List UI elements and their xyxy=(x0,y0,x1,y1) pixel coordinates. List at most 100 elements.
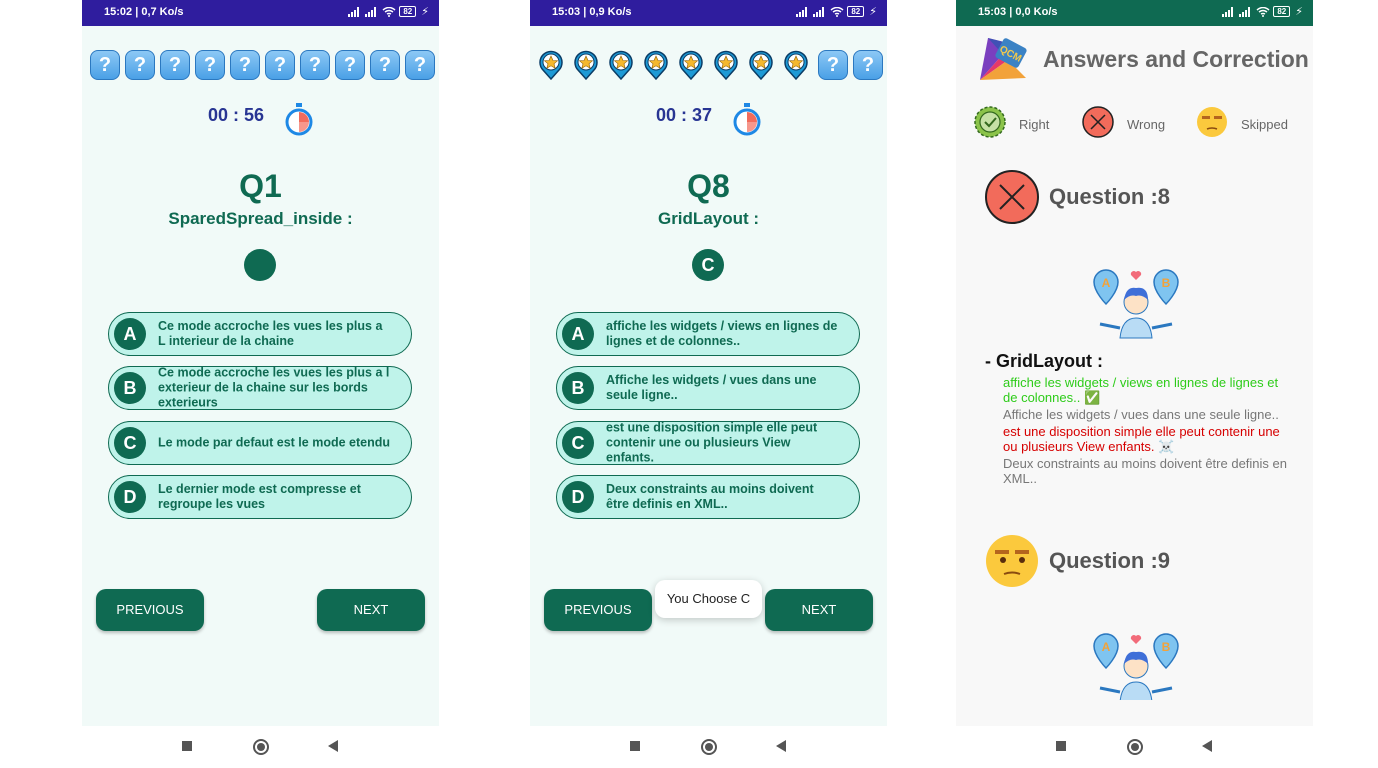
question-mark-icon[interactable]: ? xyxy=(160,50,190,80)
back-icon[interactable] xyxy=(776,740,786,752)
wifi-icon xyxy=(830,6,844,17)
svg-text:A: A xyxy=(1102,276,1111,290)
signal-icon xyxy=(796,6,808,17)
question-number: Q8 xyxy=(687,168,730,204)
option-letter: D xyxy=(562,481,594,513)
status-time: 15:03 | 0,9 Ko/s xyxy=(552,6,632,18)
option-letter: B xyxy=(562,372,594,404)
question-mark-icon[interactable]: ? xyxy=(125,50,155,80)
question-mark-icon[interactable]: ? xyxy=(818,50,848,80)
option-d[interactable]: D Deux constraints au moins doivent être… xyxy=(556,475,860,519)
question-progress: ? ? ? ? ? ? ? ? ? ? xyxy=(88,50,435,82)
check-badge-icon xyxy=(974,106,1006,138)
wifi-icon xyxy=(382,6,396,17)
recents-icon[interactable] xyxy=(182,741,192,751)
question-mark-icon[interactable]: ? xyxy=(405,50,435,80)
legend-label: Right xyxy=(1019,117,1050,132)
toast-message: You Choose C xyxy=(655,580,762,618)
next-button[interactable]: NEXT xyxy=(317,589,425,631)
signal-icon xyxy=(813,6,825,17)
answer-item: Affiche les widgets / vues dans une seul… xyxy=(1003,407,1279,422)
charging-icon: ⚡ xyxy=(1295,6,1303,18)
qcm-logo: QCM xyxy=(980,38,1027,80)
option-c[interactable]: C est une disposition simple elle peut c… xyxy=(556,421,860,465)
question-number: Q1 xyxy=(239,168,282,204)
star-badge-icon[interactable] xyxy=(643,50,669,80)
question-mark-icon[interactable]: ? xyxy=(335,50,365,80)
check-mark-icon: ✅ xyxy=(1083,390,1101,405)
option-b[interactable]: B Ce mode accroche les vues les plus a l… xyxy=(108,366,412,410)
question-title: GridLayout : xyxy=(657,209,760,228)
question-8-header: Question :8 xyxy=(985,170,1285,226)
option-text: est une disposition simple elle peut con… xyxy=(606,420,818,465)
question-mark-icon[interactable]: ? xyxy=(853,50,883,80)
status-time: 15:03 | 0,0 Ko/s xyxy=(978,6,1058,18)
option-text: Ce mode accroche les vues les plus a L i… xyxy=(158,319,383,348)
answer-item-wrong: est une disposition simple elle peut con… xyxy=(1003,424,1280,454)
question-mark-icon[interactable]: ? xyxy=(230,50,260,80)
answer-item-correct: affiche les widgets / views en lignes de… xyxy=(1003,375,1279,405)
option-b[interactable]: B Affiche les widgets / vues dans une se… xyxy=(556,366,860,410)
home-icon[interactable] xyxy=(253,739,269,755)
option-text: Ce mode accroche les vues les plus a l e… xyxy=(158,365,390,410)
star-badge-icon[interactable] xyxy=(678,50,704,80)
option-letter: A xyxy=(562,318,594,350)
charging-icon: ⚡ xyxy=(421,6,429,18)
status-icons: 82 ⚡ xyxy=(348,5,429,18)
status-bar: 15:03 | 0,9 Ko/s 82 ⚡ xyxy=(530,0,887,26)
option-letter: D xyxy=(114,481,146,513)
quiz-screen: ? ? ? ? ? ? ? ? ? ? 00 : 56 Q1 SparedSpr… xyxy=(82,26,439,726)
svg-text:B: B xyxy=(1162,640,1171,654)
wifi-icon xyxy=(1256,6,1270,17)
recents-icon[interactable] xyxy=(630,741,640,751)
option-letter: C xyxy=(114,427,146,459)
legend-label: Skipped xyxy=(1241,117,1288,132)
signal-icon xyxy=(1222,6,1234,17)
phone-screen-quiz-q1: 15:02 | 0,7 Ko/s 82 ⚡ ? ? ? ? ? ? ? ? ? … xyxy=(82,0,439,768)
home-icon[interactable] xyxy=(1127,739,1143,755)
recents-icon[interactable] xyxy=(1056,741,1066,751)
option-a[interactable]: A affiche les widgets / views en lignes … xyxy=(556,312,860,356)
question-mark-icon[interactable]: ? xyxy=(90,50,120,80)
countdown-timer: 00 : 56 xyxy=(82,103,439,136)
previous-button[interactable]: PREVIOUS xyxy=(544,589,652,631)
signal-icon xyxy=(348,6,360,17)
star-badge-icon[interactable] xyxy=(713,50,739,80)
question-label: Question :9 xyxy=(1049,548,1171,573)
back-icon[interactable] xyxy=(328,740,338,752)
question-title: SparedSpread_inside : xyxy=(168,209,353,228)
option-c[interactable]: C Le mode par defaut est le mode etendu xyxy=(108,421,412,465)
answer-list: affiche les widgets / views en lignes de… xyxy=(1003,375,1293,488)
question-mark-icon[interactable]: ? xyxy=(300,50,330,80)
question-mark-icon[interactable]: ? xyxy=(265,50,295,80)
battery-icon: 82 xyxy=(847,6,865,17)
svg-text:B: B xyxy=(1162,276,1171,290)
timer-text: 00 : 56 xyxy=(208,105,265,125)
question-9-header: Question :9 xyxy=(985,534,1285,590)
signal-icon xyxy=(365,6,377,17)
next-button[interactable]: NEXT xyxy=(765,589,873,631)
signal-icon xyxy=(1239,6,1251,17)
option-a[interactable]: A Ce mode accroche les vues les plus a L… xyxy=(108,312,412,356)
option-letter: A xyxy=(114,318,146,350)
question-mark-icon[interactable]: ? xyxy=(370,50,400,80)
option-d[interactable]: D Le dernier mode est compresse et regro… xyxy=(108,475,412,519)
star-badge-icon[interactable] xyxy=(748,50,774,80)
home-icon[interactable] xyxy=(701,739,717,755)
quiz-screen: ?? 00 : 37 Q8 GridLayout : C A affiche l… xyxy=(530,26,887,726)
answer-question-title: - GridLayout : xyxy=(985,351,1103,371)
phone-screen-correction: 15:03 | 0,0 Ko/s 82 ⚡ QCM Answers and Co… xyxy=(956,0,1313,768)
thinking-person-icon: A B xyxy=(1093,633,1179,700)
star-badge-icon[interactable] xyxy=(608,50,634,80)
thinking-person-icon: A B xyxy=(1093,269,1179,339)
star-badge-icon[interactable] xyxy=(783,50,809,80)
star-badge-icon[interactable] xyxy=(573,50,599,80)
star-badge-icon[interactable] xyxy=(538,50,564,80)
option-letter: C xyxy=(562,427,594,459)
question-mark-icon[interactable]: ? xyxy=(195,50,225,80)
cross-circle-icon xyxy=(985,170,1039,224)
back-icon[interactable] xyxy=(1202,740,1212,752)
status-time: 15:02 | 0,7 Ko/s xyxy=(104,6,184,18)
android-nav-bar xyxy=(82,726,439,768)
previous-button[interactable]: PREVIOUS xyxy=(96,589,204,631)
